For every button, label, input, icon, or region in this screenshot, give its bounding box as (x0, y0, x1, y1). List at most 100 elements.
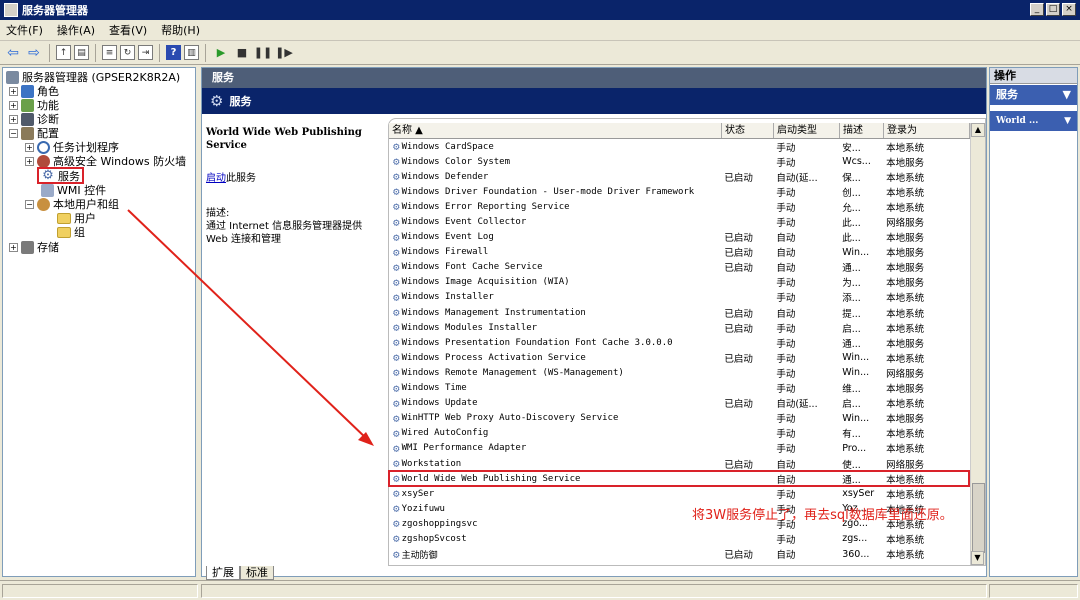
tree-item-users[interactable]: 用户 (57, 211, 96, 225)
table-row[interactable]: ⚙ Windows Error Reporting Service 手动 允... 本地… (389, 199, 969, 214)
table-row[interactable]: ⚙ Windows Image Acquisition (WIA) 手动 为... 本地… (389, 275, 969, 290)
menu-file[interactable]: 文件(F) (6, 22, 43, 38)
service-startup-cell: 手动 (776, 429, 796, 441)
actions-group-services[interactable]: 服务 ▼ (990, 85, 1077, 105)
table-row[interactable]: ⚙ Windows Driver Foundation - User-mode D… (389, 184, 969, 199)
status-panel-2 (201, 584, 987, 598)
pause-service-icon[interactable]: ❚❚ (254, 44, 272, 62)
service-startup-cell: 自动 (776, 550, 796, 562)
column-logon[interactable]: 登录为 (884, 123, 970, 138)
expand-toggle[interactable]: + (9, 100, 18, 110)
scroll-down-icon[interactable]: ▼ (971, 551, 984, 565)
table-row[interactable]: ⚙ Windows Remote Management (WS-Managemen… (389, 365, 969, 380)
scroll-up-icon[interactable]: ▲ (971, 123, 985, 137)
tree-item-config[interactable]: − 配置 (9, 126, 59, 140)
gear-icon: ⚙ (393, 321, 400, 335)
collapse-toggle[interactable]: − (9, 128, 18, 138)
service-desc-cell: 创... (842, 187, 861, 199)
close-button[interactable]: × (1062, 3, 1076, 16)
service-name-cell: ⚙ Windows Image Acquisition (WIA) (393, 275, 570, 289)
menu-action[interactable]: 操作(A) (57, 22, 95, 38)
tree-item-roles[interactable]: + 角色 (9, 84, 59, 98)
show-action-pane-icon[interactable]: ▥ (184, 45, 199, 60)
forward-arrow-icon[interactable]: ⇨ (25, 44, 43, 62)
service-logon-cell: 本地系统 (886, 534, 925, 546)
restart-service-icon[interactable]: ❚▶ (275, 44, 293, 62)
stop-service-icon[interactable]: ■ (233, 44, 251, 62)
table-row[interactable]: ⚙ World Wide Web Publishing Service 自动 通...… (388, 470, 970, 488)
tree-item-storage[interactable]: + 存储 (9, 240, 59, 254)
tree-item-firewall[interactable]: + 高级安全 Windows 防火墙 (25, 154, 186, 168)
service-logon-cell: 本地系统 (886, 474, 925, 486)
up-folder-icon[interactable]: ↑ (56, 45, 71, 60)
selected-service-name: World Wide Web Publishing Service (206, 127, 362, 151)
gear-icon: ⚙ (393, 396, 400, 410)
table-row[interactable]: ⚙ Windows Management Instrumentation 已启动 自动… (389, 305, 969, 320)
actions-group-selected[interactable]: World ... ▼ (990, 111, 1077, 131)
tree-item-features[interactable]: + 功能 (9, 98, 59, 112)
service-logon-cell: 本地系统 (886, 142, 925, 154)
table-row[interactable]: ⚙ zgshopSvcost 手动 zgs... 本地系统 (389, 531, 969, 546)
tab-standard[interactable]: 标准 (240, 566, 274, 580)
table-row[interactable]: ⚙ Windows Color System 手动 Wcs... 本地服务 (389, 154, 969, 169)
table-row[interactable]: ⚙ Workstation 已启动 自动 使... 网络服务 (389, 456, 969, 471)
refresh-icon[interactable]: ↻ (120, 45, 135, 60)
expand-toggle[interactable]: + (25, 142, 34, 152)
start-service-icon[interactable]: ▶ (212, 44, 230, 62)
table-row[interactable]: ⚙ Windows Defender 已启动 自动(延... 保... 本地系统 (389, 169, 969, 184)
column-startup[interactable]: 启动类型 (774, 123, 840, 138)
start-service-link[interactable]: 启动 (206, 173, 226, 184)
table-row[interactable]: ⚙ Windows Time 手动 维... 本地服务 (389, 381, 969, 396)
service-name-cell: ⚙ Windows Defender (393, 170, 489, 184)
menu-help[interactable]: 帮助(H) (161, 22, 200, 38)
scroll-thumb[interactable] (972, 483, 985, 553)
service-startup-cell: 手动 (776, 444, 796, 456)
menu-view[interactable]: 查看(V) (109, 22, 147, 38)
vertical-scrollbar[interactable]: ▲ ▼ (970, 123, 985, 565)
expand-toggle[interactable]: + (9, 114, 18, 124)
table-row[interactable]: ⚙ Windows Presentation Foundation Font Ca… (389, 335, 969, 350)
table-row[interactable]: ⚙ Windows Firewall 已启动 自动 Win... 本地服务 (389, 245, 969, 260)
table-row[interactable]: ⚙ Windows Event Log 已启动 自动 此... 本地服务 (389, 230, 969, 245)
table-row[interactable]: ⚙ Windows Installer 手动 添... 本地系统 (389, 290, 969, 305)
storage-icon (21, 240, 34, 254)
column-status[interactable]: 状态 (722, 123, 774, 138)
service-desc-cell: 此... (842, 218, 861, 230)
show-tree-icon[interactable]: ▤ (74, 45, 89, 60)
table-row[interactable]: ⚙ Windows CardSpace 手动 安... 本地系统 (389, 139, 969, 154)
tab-extended[interactable]: 扩展 (206, 566, 240, 580)
back-arrow-icon[interactable]: ⇦ (4, 44, 22, 62)
expand-toggle[interactable]: + (9, 86, 18, 96)
minimize-button[interactable]: _ (1030, 3, 1044, 16)
table-row[interactable]: ⚙ Windows Process Activation Service 已启动 手动… (389, 350, 969, 365)
column-name[interactable]: 名称 ▲ (389, 123, 722, 138)
tree-item-diagnostics[interactable]: + 诊断 (9, 112, 59, 126)
expand-toggle[interactable]: + (25, 156, 34, 166)
table-row[interactable]: ⚙ WinHTTP Web Proxy Auto-Discovery Servic… (389, 411, 969, 426)
table-row[interactable]: ⚙ Windows Modules Installer 已启动 手动 启... 本地系统 (389, 320, 969, 335)
properties-icon[interactable]: ≡ (102, 45, 117, 60)
tree-item-task-scheduler[interactable]: + 任务计划程序 (25, 140, 119, 154)
table-row[interactable]: ⚙ 主动防御 已启动 自动 360... 本地系统 (389, 547, 969, 562)
tree-item-groups[interactable]: 组 (57, 225, 85, 239)
help-icon[interactable]: ? (166, 45, 181, 60)
table-row[interactable]: ⚙ WMI Performance Adapter 手动 Pro... 本地系统 (389, 441, 969, 456)
service-startup-cell: 手动 (776, 489, 796, 501)
table-row[interactable]: ⚙ Windows Update 已启动 自动(延... 启... 本地系统 (389, 396, 969, 411)
gear-icon: ⚙ (393, 245, 400, 259)
table-row[interactable]: ⚙ Wired AutoConfig 手动 有... 本地系统 (389, 426, 969, 441)
service-name-cell: ⚙ Windows Modules Installer (393, 321, 538, 335)
collapse-toggle[interactable]: − (25, 199, 34, 209)
table-row[interactable]: ⚙ Windows Font Cache Service 已启动 自动 通... 本地服务 (389, 260, 969, 275)
table-row[interactable]: ⚙ xsySer 手动 xsySer 本地系统 (389, 486, 969, 501)
maximize-button[interactable]: □ (1046, 3, 1060, 16)
gear-icon: ⚙ (393, 306, 400, 320)
console-tree: 服务器管理器 (GPSER2K8R2A) + 角色 + 功能 + 诊断 − 配置… (2, 67, 196, 577)
tree-item-local-users[interactable]: − 本地用户和组 (25, 197, 119, 211)
tree-item-root[interactable]: 服务器管理器 (GPSER2K8R2A) (6, 70, 180, 84)
column-desc[interactable]: 描述 (840, 123, 884, 138)
table-row[interactable]: ⚙ Windows Event Collector 手动 此... 网络服务 (389, 214, 969, 230)
expand-toggle[interactable]: + (9, 242, 18, 252)
export-icon[interactable]: ⇥ (138, 45, 153, 60)
tree-item-wmi[interactable]: WMI 控件 (41, 183, 106, 197)
